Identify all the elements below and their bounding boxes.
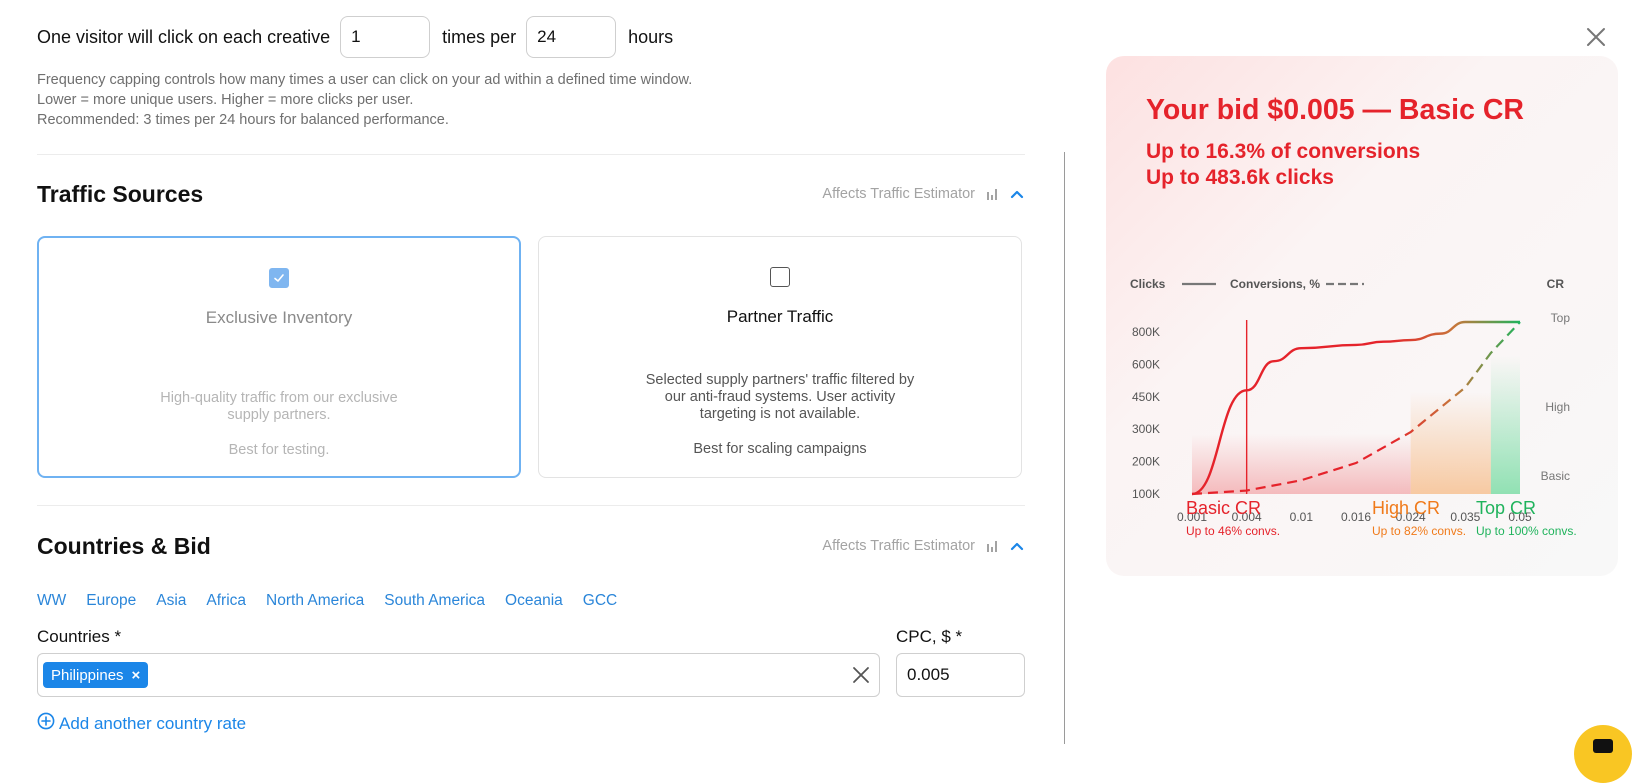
y-tick-label: 600K: [1132, 357, 1160, 371]
bar-chart-icon: [985, 539, 999, 553]
campaign-form: One visitor will click on each creative …: [0, 0, 1064, 744]
hours-window-input[interactable]: [526, 16, 617, 58]
card-note: Best for scaling campaigns: [693, 441, 867, 457]
region-link-north-america[interactable]: North America: [266, 592, 364, 610]
card-description: Selected supply partners' traffic filter…: [645, 372, 915, 422]
zone-top-cr: Top CR: [1476, 498, 1537, 518]
chip-label: Philippines: [51, 666, 124, 684]
zone-label-basic: Basic: [1541, 469, 1570, 483]
card-note: Best for testing.: [228, 442, 330, 458]
traffic-source-exclusive-inventory[interactable]: Exclusive Inventory High-quality traffic…: [37, 236, 521, 478]
cpc-input[interactable]: [896, 653, 1025, 697]
card-description: High-quality traffic from our exclusive …: [160, 390, 398, 423]
checkbox-checked[interactable]: [269, 268, 289, 288]
x-tick-label: 0.016: [1341, 510, 1371, 524]
zone-label-top: Top: [1551, 311, 1571, 325]
traffic-sources-header: Traffic Sources Affects Traffic Estimato…: [37, 178, 1025, 210]
panel-divider: [1064, 152, 1065, 744]
zone-band-high: [1410, 392, 1491, 494]
region-link-south-america[interactable]: South America: [384, 592, 485, 610]
zone-basic-cr: Basic CR: [1186, 498, 1262, 518]
y-tick-label: 450K: [1132, 390, 1160, 404]
remove-chip-icon[interactable]: ×: [132, 667, 141, 684]
clicks-per-visitor-input[interactable]: [340, 16, 431, 58]
clear-icon[interactable]: [851, 665, 871, 685]
traffic-estimator-panel: Your bid $0.005 — Basic CR Up to 16.3% o…: [1106, 56, 1618, 576]
countries-bid-header: Countries & Bid Affects Traffic Estimato…: [37, 530, 1025, 562]
checkbox-unchecked[interactable]: [770, 267, 790, 287]
region-link-ww[interactable]: WW: [37, 592, 66, 610]
chat-icon: [1593, 739, 1613, 753]
traffic-source-partner-traffic[interactable]: Partner Traffic Selected supply partners…: [538, 236, 1022, 478]
section-divider: [37, 154, 1025, 155]
y-tick-label: 800K: [1132, 325, 1160, 339]
country-chip: Philippines ×: [43, 662, 149, 688]
chat-widget-button[interactable]: [1574, 725, 1632, 783]
help-line: Lower = more unique users. Higher = more…: [37, 92, 414, 108]
estimator-title: Your bid $0.005 — Basic CR: [1146, 94, 1525, 126]
plus-circle-icon: [37, 712, 55, 735]
card-title: Exclusive Inventory: [205, 308, 353, 327]
legend-cr: CR: [1547, 277, 1565, 291]
section-title: Traffic Sources: [37, 180, 204, 207]
card-title: Partner Traffic: [726, 307, 834, 326]
frequency-text-after: hours: [628, 26, 674, 47]
region-link-gcc[interactable]: GCC: [583, 592, 617, 610]
region-links: WW Europe Asia Africa North America Sout…: [37, 592, 617, 610]
y-tick-label: 200K: [1132, 455, 1160, 469]
chevron-up-icon[interactable]: [1009, 538, 1025, 554]
region-link-africa[interactable]: Africa: [206, 592, 246, 610]
section-title: Countries & Bid: [37, 532, 211, 559]
zone-band-basic: [1192, 434, 1411, 494]
frequency-help-text: Frequency capping controls how many time…: [37, 70, 692, 130]
affects-estimator: Affects Traffic Estimator: [822, 538, 1025, 554]
chevron-up-icon[interactable]: [1009, 186, 1025, 202]
estimator-conversions: Up to 16.3% of conversions: [1146, 140, 1421, 163]
estimator-clicks: Up to 483.6k clicks: [1146, 166, 1334, 189]
frequency-capping-row: One visitor will click on each creative …: [37, 15, 673, 59]
affects-label: Affects Traffic Estimator: [822, 538, 975, 554]
close-icon[interactable]: [1585, 26, 1607, 48]
affects-estimator: Affects Traffic Estimator: [822, 186, 1025, 202]
legend-clicks: Clicks: [1130, 277, 1166, 291]
add-country-rate-button[interactable]: Add another country rate: [37, 712, 246, 735]
section-divider: [37, 505, 1025, 506]
frequency-text-middle: times per: [442, 26, 517, 47]
estimator-chart: Clicks Conversions, % CR 100K 200K 300K 450…: [1130, 277, 1571, 524]
y-tick-label: 100K: [1132, 487, 1160, 501]
countries-label: Countries *: [37, 627, 122, 646]
zone-band-top: [1490, 356, 1520, 494]
help-line: Frequency capping controls how many time…: [37, 72, 693, 88]
countries-select[interactable]: Philippines ×: [37, 653, 880, 697]
y-tick-label: 300K: [1132, 422, 1160, 436]
region-link-oceania[interactable]: Oceania: [505, 592, 563, 610]
zone-basic-sub: Up to 46% convs.: [1186, 524, 1281, 538]
affects-label: Affects Traffic Estimator: [822, 186, 975, 202]
frequency-text-before: One visitor will click on each creative: [37, 26, 331, 47]
cpc-label: CPC, $ *: [896, 627, 963, 646]
zone-top-sub: Up to 100% convs.: [1476, 524, 1577, 538]
region-link-europe[interactable]: Europe: [86, 592, 136, 610]
zone-high-sub: Up to 82% convs.: [1372, 524, 1467, 538]
x-tick-label: 0.01: [1290, 510, 1314, 524]
legend-conversions: Conversions, %: [1230, 277, 1320, 291]
zone-label-high: High: [1545, 400, 1570, 414]
zone-high-cr: High CR: [1372, 498, 1441, 518]
region-link-asia[interactable]: Asia: [156, 592, 186, 610]
help-line: Recommended: 3 times per 24 hours for ba…: [37, 112, 449, 128]
add-country-label: Add another country rate: [59, 713, 247, 733]
bar-chart-icon: [985, 187, 999, 201]
